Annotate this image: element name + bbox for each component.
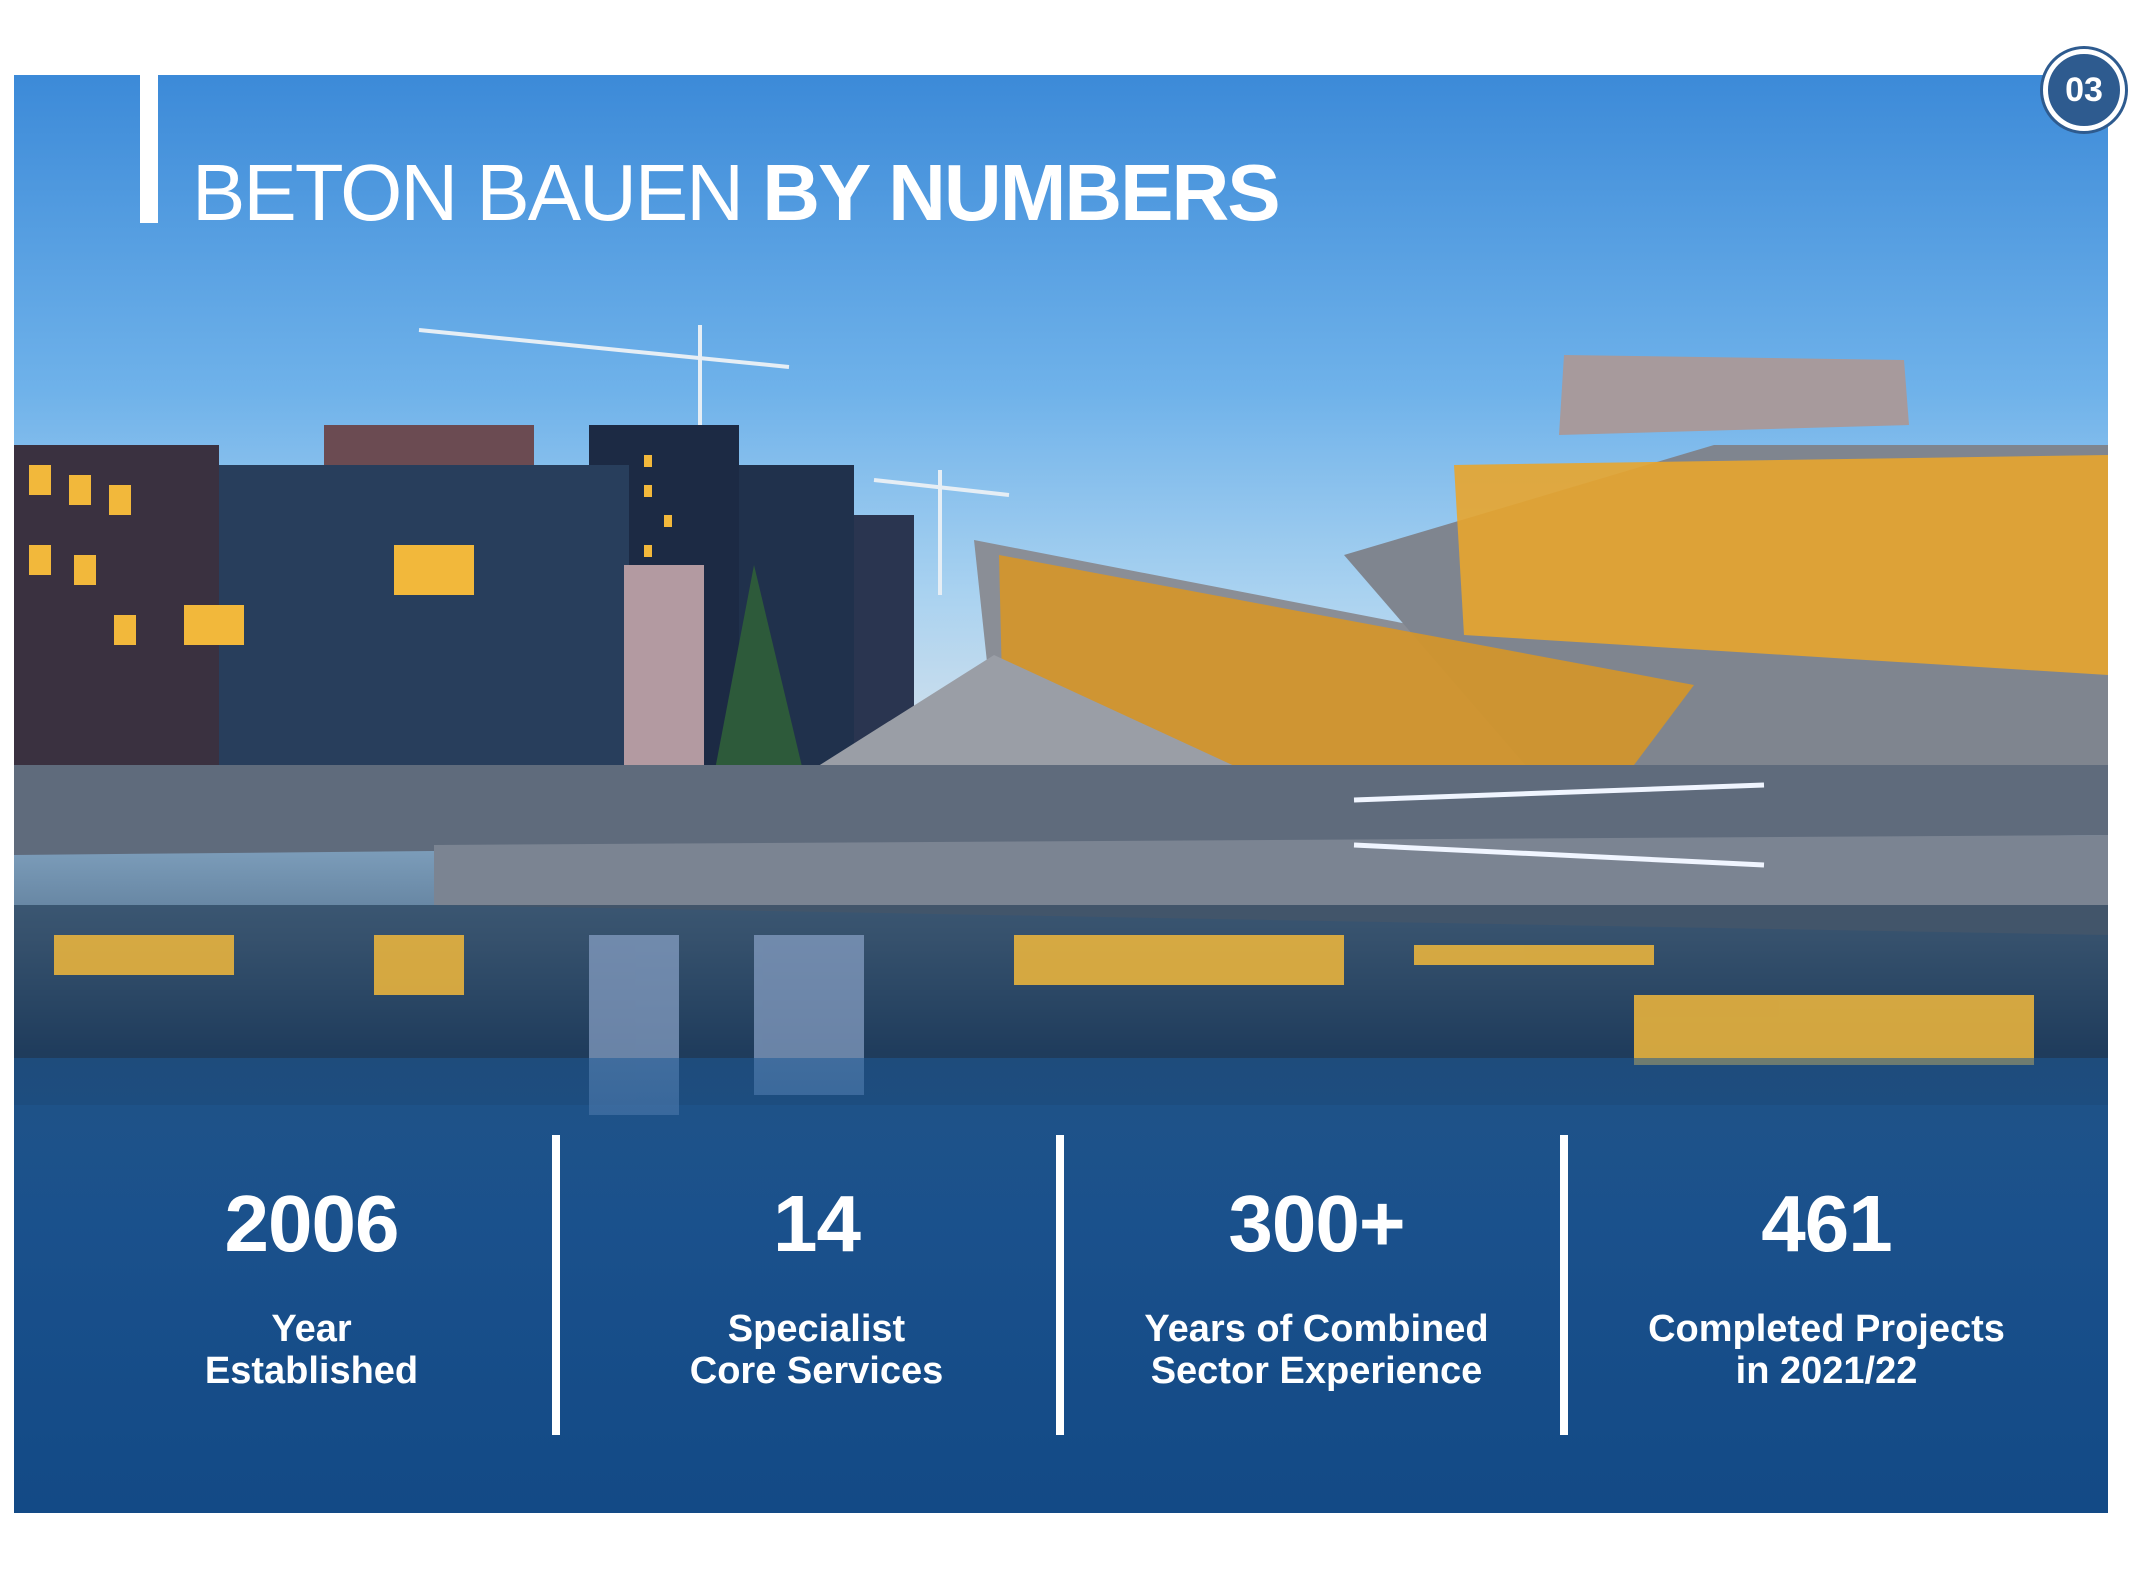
stat-label-line: Year bbox=[271, 1308, 352, 1350]
stat-label: Year Established bbox=[59, 1308, 564, 1392]
stat-label-line: Completed Projects bbox=[1648, 1308, 2005, 1350]
stat-sector-experience: 300+ Years of Combined Sector Experience bbox=[1064, 1058, 1569, 1513]
stat-label: Years of Combined Sector Experience bbox=[1064, 1308, 1569, 1392]
stat-completed-projects: 461 Completed Projects in 2021/22 bbox=[1574, 1058, 2079, 1513]
stat-year-established: 2006 Year Established bbox=[59, 1058, 564, 1513]
stat-value: 300+ bbox=[1228, 1179, 1405, 1268]
title-accent-bar bbox=[140, 75, 158, 223]
stat-divider bbox=[552, 1135, 560, 1435]
title-light: BETON BAUEN bbox=[192, 148, 744, 237]
page-title: BETON BAUEN BY NUMBERS bbox=[192, 147, 1281, 239]
stat-label-line: Established bbox=[204, 1350, 419, 1392]
stat-divider bbox=[1560, 1135, 1568, 1435]
stat-label: Specialist Core Services bbox=[564, 1308, 1069, 1392]
stats-panel: 2006 Year Established 14 Specialist Core… bbox=[14, 1058, 2108, 1513]
page-number-badge: 03 bbox=[2043, 49, 2125, 131]
stat-label-line: in 2021/22 bbox=[1735, 1350, 1918, 1392]
stat-value: 2006 bbox=[224, 1179, 400, 1268]
stat-divider bbox=[1056, 1135, 1064, 1435]
stat-value: 461 bbox=[1761, 1179, 1892, 1268]
hero-photo: BETON BAUEN BY NUMBERS 2006 Year Establi… bbox=[14, 75, 2108, 1513]
stat-label-line: Specialist bbox=[727, 1308, 906, 1350]
stat-label-line: Sector Experience bbox=[1150, 1350, 1483, 1392]
stat-label: Completed Projects in 2021/22 bbox=[1574, 1308, 2079, 1392]
stat-label-line: Years of Combined bbox=[1144, 1308, 1489, 1350]
stat-core-services: 14 Specialist Core Services bbox=[564, 1058, 1069, 1513]
stat-label-line: Core Services bbox=[689, 1350, 944, 1392]
stat-value: 14 bbox=[773, 1179, 861, 1268]
title-bold: BY NUMBERS bbox=[762, 148, 1280, 237]
